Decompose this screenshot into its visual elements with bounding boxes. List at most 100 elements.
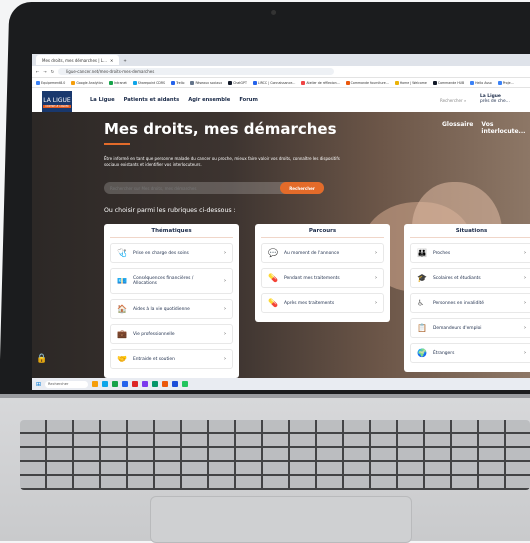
laptop-screen: Mes droits, mes démarches | L... ✕ + ← →… [32,54,530,390]
site-logo[interactable]: LA LIGUE CONTRE LE CANCER [42,91,72,113]
globe-icon: 🌍 [417,348,427,358]
url-field[interactable]: ligue-cancer.net/mes-droits-mes-demarche… [58,68,335,75]
list-item[interactable]: 🎓 Scolaires et étudiants › [410,268,530,288]
taskbar-search[interactable]: Rechercher [45,380,89,388]
bookmark-item[interactable]: Hello Asso [470,80,492,85]
bookmark-label: ChatGPT [233,80,247,85]
item-label: Vie professionnelle [133,331,175,337]
hero-description: Être informé en tant que personne malade… [104,156,340,167]
list-item[interactable]: 💊 Après mes traitements › [261,293,384,313]
item-label: Aides à la vie quotidienne [133,306,190,312]
chrome-icon[interactable] [112,381,119,387]
care-icon: 🩺 [117,248,127,258]
nav-agir-ensemble[interactable]: Agir ensemble [188,97,230,103]
chevron-right-icon: › [224,306,226,312]
item-label: Conséquences financières / Allocations [133,276,194,286]
chevron-right-icon: › [224,250,226,256]
header-search-label: Rechercher [440,98,463,103]
chevron-right-icon: › [224,356,226,362]
hero-section: Mes droits, mes démarches Glossaire Vos … [32,112,530,390]
nav-la-ligue[interactable]: La Ligue [90,97,115,103]
item-label: Personnes en invalidité [433,300,484,306]
list-item[interactable]: ♿ Personnes en invalidité › [410,293,530,313]
bookmark-item[interactable]: Trello [171,80,184,85]
panel-title: Parcours [261,228,384,238]
tab-title: Mes droits, mes démarches | L... [42,57,107,63]
bookmark-label: Proje... [502,80,514,85]
bookmark-item[interactable]: Commande fourniture... [345,80,389,85]
chevron-right-icon: › [524,325,526,331]
bookmark-item[interactable]: Equipement8.0 [36,80,65,85]
bookmark-item[interactable]: Sharepoint CDRS [132,80,166,85]
list-item[interactable]: 🤝 Entraide et soutien › [110,349,233,369]
bookmark-label: Commande fourniture... [350,80,389,85]
bookmark-item[interactable]: Intranet [109,80,127,85]
local-committee-link[interactable]: La Ligue près de che... [480,94,510,104]
panel-parcours: Parcours 💬 Au moment de l'annonce › 💊 Penda… [255,224,390,322]
list-item[interactable]: 🏠 Aides à la vie quotidienne › [110,299,233,319]
forward-icon[interactable]: → [43,69,46,74]
bookmark-icon [36,80,40,85]
list-item[interactable]: 💬 Au moment de l'annonce › [261,243,384,263]
bookmark-item[interactable]: LIRCC | Connaissance... [252,80,295,85]
whatsapp-icon[interactable] [182,381,189,387]
bookmark-label: Commande HUB [437,80,465,85]
list-item[interactable]: 🌍 Étrangers › [410,343,530,363]
list-item[interactable]: 🩺 Prise en charge des soins › [110,243,233,263]
bookmark-item[interactable]: Home | Welcome [394,80,427,85]
bookmark-icon [71,80,76,85]
bookmarks-bar: Equipement8.0 Google Analytics Intranet Sha… [32,78,530,88]
nav-patients-aidants[interactable]: Patients et aidants [124,97,180,103]
word-icon[interactable] [122,381,129,387]
windows-start-icon[interactable]: ⊞ [36,381,41,388]
bookmark-label: Sharepoint CDRS [137,80,166,85]
nav-forum[interactable]: Forum [239,97,258,103]
list-item[interactable]: 👪 Proches › [410,243,530,263]
pill-icon: 💊 [268,273,278,283]
file-explorer-icon[interactable] [92,381,99,387]
briefcase-icon: 💼 [117,329,127,339]
chat-icon: 💬 [268,248,278,258]
main-nav: La Ligue Patients et aidants Agir ensemb… [90,97,258,103]
excel-icon[interactable] [152,381,159,387]
panel-title: Thématiques [110,228,233,238]
acrobat-icon[interactable] [132,381,139,387]
keyboard [20,420,530,490]
close-tab-icon[interactable]: ✕ [110,58,113,63]
bookmark-item[interactable]: Commande HUB [432,80,465,85]
students-icon: 🎓 [417,273,427,283]
bookmark-item[interactable]: ChatGPT [228,80,247,85]
item-label: Demandeurs d'emploi [433,325,482,331]
outlook-icon[interactable] [172,381,179,387]
reload-icon[interactable]: ↻ [51,69,54,74]
list-item[interactable]: 💼 Vie professionnelle › [110,324,233,344]
list-item[interactable]: 💶 Conséquences financières / Allocations › [110,268,233,294]
list-item[interactable]: 📋 Demandeurs d'emploi › [410,318,530,338]
bookmark-item[interactable]: Google Analytics [71,80,103,85]
powerpoint-icon[interactable] [162,381,169,387]
bookmark-item[interactable]: Atelier de réflexion... [301,80,340,85]
bookmark-icon [497,80,502,85]
teams-icon[interactable] [142,381,149,387]
bookmark-icon [301,80,306,85]
bookmark-label: Atelier de réflexion... [306,80,340,85]
glossary-link[interactable]: Glossaire [442,121,473,135]
lock-icon: 🔒 [36,354,48,364]
edge-icon[interactable] [102,381,109,387]
bookmark-label: Intranet [114,80,127,85]
chevron-right-icon: › [524,300,526,306]
new-tab-icon[interactable]: + [123,58,126,63]
bookmark-icon [132,80,137,85]
bookmark-label: Home | Welcome [399,80,427,85]
browser-tab[interactable]: Mes droits, mes démarches | L... ✕ [36,55,120,65]
rights-search: Rechercher [104,182,324,194]
item-label: Scolaires et étudiants [433,275,481,281]
bookmark-item[interactable]: Réseaux sociaux [190,80,222,85]
bookmark-item[interactable]: Proje... [497,80,514,85]
back-icon[interactable]: ← [36,69,39,74]
contacts-link[interactable]: Vos interlocute... [481,121,530,135]
list-item[interactable]: 💊 Pendant mes traitements › [261,268,384,288]
rights-search-input[interactable] [104,184,282,192]
rights-search-button[interactable]: Rechercher [280,182,324,194]
header-search[interactable]: Rechercher ⌕ [440,98,466,103]
